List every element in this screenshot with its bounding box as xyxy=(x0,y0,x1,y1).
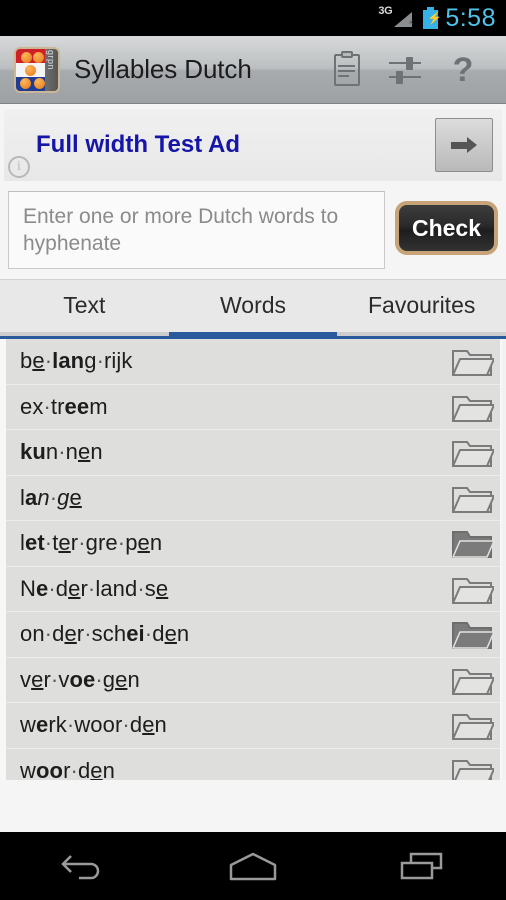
word-label: ver·voe·gen xyxy=(20,666,140,692)
ad-go-button[interactable] xyxy=(435,118,493,172)
battery-charging-icon: ⚡ xyxy=(423,7,442,29)
word-input[interactable] xyxy=(8,191,385,269)
folder-outline-icon[interactable] xyxy=(450,435,494,469)
table-row[interactable]: woor·den xyxy=(6,748,500,780)
nav-recents-button[interactable] xyxy=(377,839,467,893)
tab-bar: Text Words Favourites xyxy=(0,279,506,336)
table-row[interactable]: ex·treem xyxy=(6,384,500,430)
folder-outline-icon[interactable] xyxy=(450,663,494,697)
app-screen: 3G × ⚡ 5:58 grpn Syllables Dutch ? Full … xyxy=(0,0,506,900)
ad-text: Full width Test Ad xyxy=(36,131,240,158)
word-label: woor·den xyxy=(20,757,115,780)
nav-home-button[interactable] xyxy=(208,839,298,893)
folder-filled-icon[interactable] xyxy=(450,526,494,560)
tab-text[interactable]: Text xyxy=(0,280,169,336)
status-clock: 5:58 xyxy=(445,3,496,32)
folder-filled-icon[interactable] xyxy=(450,617,494,651)
table-row[interactable]: let·ter·gre·pen xyxy=(6,521,500,567)
page-title: Syllables Dutch xyxy=(74,54,252,84)
word-label: kun·nen xyxy=(20,439,103,465)
action-bar: grpn Syllables Dutch ? xyxy=(0,36,506,104)
home-icon xyxy=(229,852,277,881)
ad-info-icon[interactable]: i xyxy=(8,156,30,178)
nav-back-button[interactable] xyxy=(39,839,129,893)
android-nav-bar xyxy=(0,832,506,900)
tab-words[interactable]: Words xyxy=(168,280,338,336)
folder-outline-icon[interactable] xyxy=(450,481,494,515)
folder-outline-icon[interactable] xyxy=(450,754,494,780)
folder-outline-icon[interactable] xyxy=(450,572,494,606)
table-row[interactable]: werk·woor·den xyxy=(6,703,500,749)
folder-outline-icon[interactable] xyxy=(450,708,494,742)
paste-clipboard-button[interactable] xyxy=(318,40,376,100)
network-type-label: 3G xyxy=(378,5,393,17)
table-row[interactable]: kun·nen xyxy=(6,430,500,476)
table-row[interactable]: be·lang·rijk xyxy=(6,339,500,385)
check-button[interactable]: Check xyxy=(395,201,498,255)
folder-outline-icon[interactable] xyxy=(450,390,494,424)
ad-banner[interactable]: Full width Test Ad i xyxy=(4,109,502,181)
signal-3g-roaming-icon: 3G × xyxy=(378,5,414,27)
status-bar: 3G × ⚡ 5:58 xyxy=(0,0,506,36)
list-scrollbar[interactable] xyxy=(502,339,506,780)
word-label: be·lang·rijk xyxy=(20,348,133,374)
word-label: ex·treem xyxy=(20,393,108,419)
question-mark-icon: ? xyxy=(452,50,474,89)
help-button[interactable]: ? xyxy=(434,40,492,100)
recents-icon xyxy=(400,852,442,880)
folder-outline-icon[interactable] xyxy=(450,344,494,378)
settings-button[interactable] xyxy=(376,40,434,100)
table-row[interactable]: ver·voe·gen xyxy=(6,657,500,703)
tab-favourites[interactable]: Favourites xyxy=(337,280,506,336)
table-row[interactable]: Ne·der·land·se xyxy=(6,566,500,612)
table-row[interactable]: on·der·schei·den xyxy=(6,612,500,658)
word-label: on·der·schei·den xyxy=(20,621,190,647)
word-list[interactable]: be·lang·rijk ex·treem kun·nen lan·ge let·ter… xyxy=(0,339,506,780)
word-label: werk·woor·den xyxy=(20,712,167,738)
arrow-right-icon xyxy=(451,137,477,153)
table-row[interactable]: lan·ge xyxy=(6,475,500,521)
clipboard-icon xyxy=(334,50,360,86)
syllables-dutch-app-icon[interactable]: grpn xyxy=(14,46,60,93)
word-label: lan·ge xyxy=(20,484,82,510)
back-arrow-icon xyxy=(61,855,100,880)
word-label: let·ter·gre·pen xyxy=(20,530,163,556)
word-label: Ne·der·land·se xyxy=(20,575,169,601)
sliders-icon xyxy=(389,56,421,84)
app-icon-side-text: grpn xyxy=(46,49,56,70)
input-row: Check xyxy=(0,181,506,279)
